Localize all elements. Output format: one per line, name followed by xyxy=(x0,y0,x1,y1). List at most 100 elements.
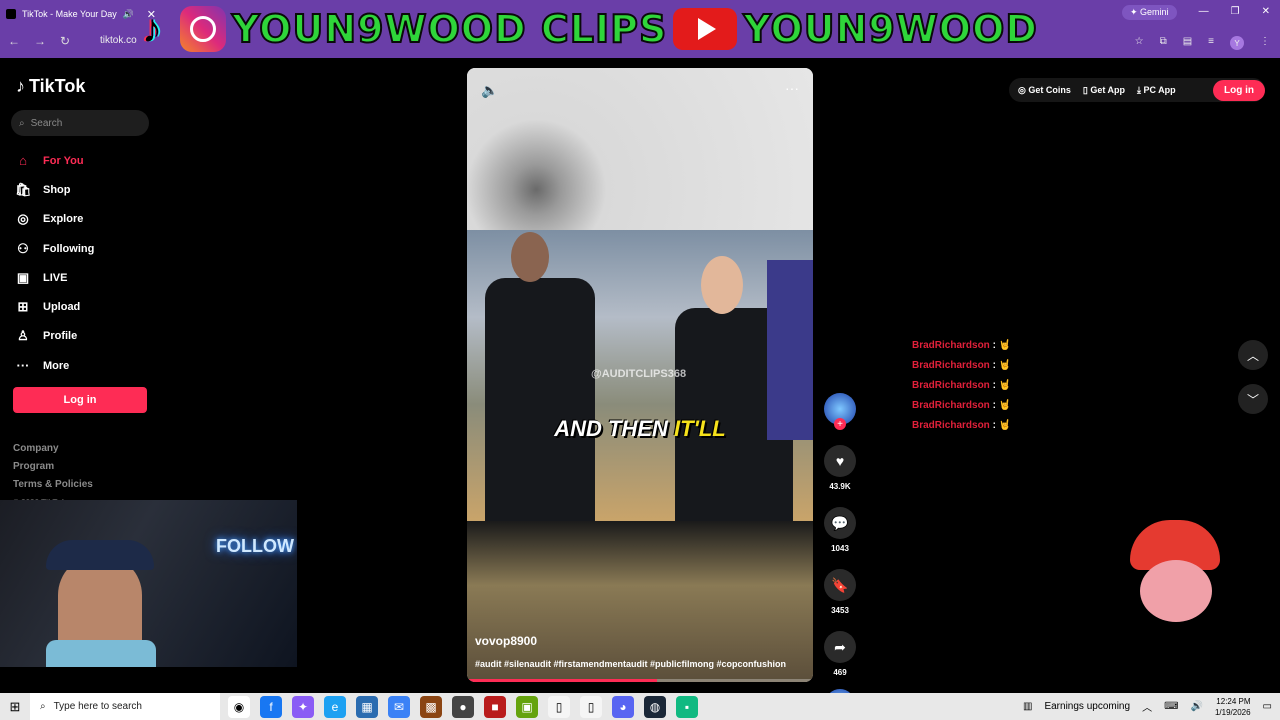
pc-app-button[interactable]: ⤓ PC App xyxy=(1137,85,1176,96)
chat-text: 🤘 xyxy=(998,380,1012,391)
network-icon[interactable]: ⌨ xyxy=(1164,701,1178,712)
back-icon[interactable]: ← xyxy=(8,34,20,48)
gemini-button[interactable]: ✦ Gemini xyxy=(1122,5,1177,20)
browser-chrome: TikTok - Make Your Day 🔊 ✕ ← → ↻ tiktok.… xyxy=(0,0,1280,58)
windows-start-icon[interactable]: ⊞ xyxy=(0,693,30,720)
sidebar-item-profile[interactable]: ♙ Profile xyxy=(15,322,155,351)
chevron-down-icon[interactable]: ﹀ xyxy=(1238,384,1268,414)
notification-icon[interactable]: ▭ xyxy=(1263,701,1272,712)
comment-count: 1043 xyxy=(831,544,849,553)
video-caption: AND THEN IT'LL xyxy=(467,416,813,442)
game-icon[interactable]: ▩ xyxy=(420,695,442,718)
video-blur-top xyxy=(467,68,813,230)
sidebar-item-label: For You xyxy=(43,154,84,167)
get-coins-label: Get Coins xyxy=(1028,84,1071,95)
chat-text: 🤘 xyxy=(998,400,1012,411)
sidebar-item-label: LIVE xyxy=(43,271,68,284)
video-player[interactable]: @AUDITCLIPS368 AND THEN IT'LL 🔈 ··· vovo… xyxy=(467,68,813,682)
header-login-button[interactable]: Log in xyxy=(1213,79,1265,101)
mascot-face xyxy=(1140,560,1212,622)
restore-icon[interactable]: ❐ xyxy=(1231,6,1240,17)
sidebar-item-explore[interactable]: ◎ Explore xyxy=(15,205,155,234)
app-icon[interactable]: ■ xyxy=(484,695,506,718)
get-coins-button[interactable]: ◎ Get Coins xyxy=(1018,85,1071,96)
profile-avatar[interactable]: Y xyxy=(1230,36,1244,50)
store-icon[interactable]: ▦ xyxy=(356,695,378,718)
search-icon: ⌕ xyxy=(40,701,46,712)
clock-time: 12:24 PM xyxy=(1216,696,1251,706)
bookmark-icon[interactable]: 🔖 xyxy=(824,569,856,601)
footer-link-program[interactable]: Program xyxy=(13,458,93,476)
footer-link-company[interactable]: Company xyxy=(13,440,93,458)
chat-user: BradRichardson xyxy=(912,420,990,431)
taskbar-search[interactable]: ⌕ Type here to search xyxy=(30,693,220,720)
search-icon: ⌕ xyxy=(19,117,25,129)
video-progress[interactable] xyxy=(467,679,813,682)
chevron-up-icon[interactable]: ︿ xyxy=(1238,340,1268,370)
sidebar-item-upload[interactable]: ⊞ Upload xyxy=(15,292,155,321)
extensions-icon[interactable]: ⧉ xyxy=(1160,36,1167,50)
streamlabs-icon[interactable]: ▪ xyxy=(676,695,698,718)
officer-left xyxy=(485,278,595,521)
chat-message: BradRichardson : 🤘 xyxy=(912,360,1012,371)
file-icon[interactable]: ▯ xyxy=(548,695,570,718)
tiktok-note-icon: ♪ xyxy=(16,76,25,96)
minimize-icon[interactable]: — xyxy=(1199,6,1209,17)
clock[interactable]: 12:24 PM 1/19/2026 xyxy=(1215,696,1251,718)
creator-avatar[interactable]: + xyxy=(824,393,856,430)
copilot-icon[interactable]: ✦ xyxy=(292,695,314,718)
earnings-widget[interactable]: Earnings upcoming xyxy=(1044,701,1130,712)
officer-left-head xyxy=(511,232,549,282)
video-hashtags[interactable]: #audit #silenaudit #firstamendmentaudit … xyxy=(475,659,786,669)
bookmark-star-icon[interactable]: ☆ xyxy=(1135,36,1144,50)
heart-icon[interactable]: ♥ xyxy=(824,445,856,477)
sidebar-item-for-you[interactable]: ⌂ For You xyxy=(15,146,155,175)
minecraft-icon[interactable]: ▣ xyxy=(516,695,538,718)
edge-icon[interactable]: e xyxy=(324,695,346,718)
volume-icon[interactable]: 🔈 xyxy=(481,82,498,99)
outlook-icon[interactable]: ✉ xyxy=(388,695,410,718)
sidebar-login-button[interactable]: Log in xyxy=(13,387,147,413)
get-app-button[interactable]: ▯ Get App xyxy=(1083,85,1125,96)
obs-icon[interactable]: ● xyxy=(452,695,474,718)
comment-icon[interactable]: 💬 xyxy=(824,507,856,539)
more-options-icon[interactable]: ··· xyxy=(785,80,799,96)
search-input[interactable]: ⌕ Search xyxy=(11,110,149,136)
reload-icon[interactable]: ↻ xyxy=(60,34,70,48)
follow-plus-icon[interactable]: + xyxy=(834,418,846,430)
discord-icon[interactable]: ◕ xyxy=(612,695,634,718)
instagram-logo-icon xyxy=(180,6,226,52)
forward-icon[interactable]: → xyxy=(34,34,46,48)
stream-chat: BradRichardson : 🤘 BradRichardson : 🤘 Br… xyxy=(912,336,1011,436)
tiktok-brand[interactable]: ♪ TikTok xyxy=(16,76,85,97)
neon-sign: FOLLOW xyxy=(216,536,294,556)
media-icon[interactable]: ≡ xyxy=(1208,36,1214,50)
sidebar-item-label: More xyxy=(43,359,70,372)
share-icon[interactable]: ➦ xyxy=(824,631,856,663)
facebook-icon[interactable]: f xyxy=(260,695,282,718)
sidebar-item-live[interactable]: ▣ LIVE xyxy=(15,263,155,292)
menu-dots-icon[interactable]: ⋮ xyxy=(1260,36,1270,50)
sidebar-item-more[interactable]: ··· More xyxy=(15,351,155,380)
sidebar-item-following[interactable]: ⚇ Following xyxy=(15,234,155,263)
action-bar: + ♥ 43.9K 💬 1043 🔖 3453 ➦ 469 xyxy=(822,393,858,719)
close-window-icon[interactable]: ✕ xyxy=(1262,6,1270,17)
pc-app-label: PC App xyxy=(1143,84,1176,95)
browser-toolbar: ☆ ⧉ ▤ ≡ Y ⋮ xyxy=(1135,36,1270,50)
tray-expand-icon[interactable]: ︿ xyxy=(1142,699,1152,714)
file2-icon[interactable]: ▯ xyxy=(580,695,602,718)
shop-icon: 🛍 xyxy=(15,181,32,197)
caption-white: AND THEN xyxy=(554,416,675,441)
volume-tray-icon[interactable]: 🔊 xyxy=(1191,701,1203,712)
sidebar-icon[interactable]: ▤ xyxy=(1183,36,1192,50)
chrome-icon[interactable]: ◉ xyxy=(228,695,250,718)
footer-link-terms[interactable]: Terms & Policies xyxy=(13,476,93,494)
tiktok-favicon-icon xyxy=(6,9,16,19)
chat-message: BradRichardson : 🤘 xyxy=(912,420,1012,431)
sidebar-item-shop[interactable]: 🛍 Shop xyxy=(15,175,155,204)
banner-text-right: YOUN9WOOD xyxy=(742,6,1038,52)
share-action: ➦ 469 xyxy=(824,631,856,677)
brand-name: TikTok xyxy=(29,76,86,96)
video-author[interactable]: vovop8900 xyxy=(475,634,537,648)
steam-icon[interactable]: ◍ xyxy=(644,695,666,718)
